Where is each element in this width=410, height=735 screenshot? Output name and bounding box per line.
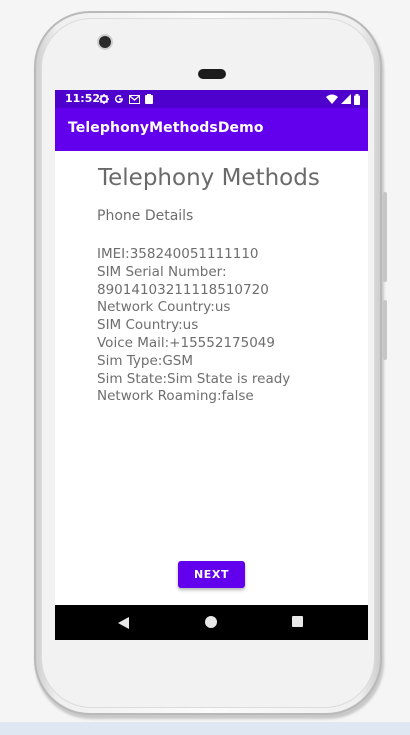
detail-line: Voice Mail:+15552175049	[97, 334, 275, 351]
next-button[interactable]: NEXT	[178, 561, 245, 588]
detail-line: Network Roaming:false	[97, 388, 254, 405]
phone-screen: 11:52 TelephonyMethodsDemo Telephony Met…	[55, 90, 368, 640]
signal-icon	[341, 94, 351, 104]
status-system-icons	[326, 90, 360, 108]
detail-line: Network Country:us	[97, 299, 231, 316]
power-button[interactable]	[383, 192, 387, 282]
volume-button[interactable]	[383, 300, 387, 360]
main-content: Telephony Methods Phone Details IMEI:358…	[55, 151, 368, 605]
status-time: 11:52	[65, 92, 101, 105]
app-title: TelephonyMethodsDemo	[68, 120, 264, 136]
gear-icon	[99, 94, 109, 104]
detail-line: IMEI:358240051111110	[97, 246, 259, 262]
recents-icon[interactable]	[292, 616, 303, 627]
detail-line: Sim Type:GSM	[97, 352, 193, 369]
status-bar: 11:52	[55, 90, 368, 108]
navigation-bar	[55, 605, 368, 640]
detail-line: SIM Country:us	[97, 317, 199, 334]
detail-line: Sim State:Sim State is ready	[97, 370, 291, 387]
phone-details-label: Phone Details	[97, 208, 194, 224]
detail-line: SIM Serial Number:	[97, 263, 227, 280]
battery-icon	[354, 93, 360, 105]
google-icon	[115, 95, 124, 104]
camera-icon	[99, 36, 111, 48]
detail-line: 89014103211118510720	[97, 281, 269, 298]
phone-details-text: IMEI:358240051111110 SIM Serial Number: …	[97, 246, 362, 406]
wifi-icon	[326, 94, 338, 104]
speaker-grille	[198, 69, 226, 79]
back-icon[interactable]	[118, 617, 129, 629]
app-bar: TelephonyMethodsDemo	[55, 108, 368, 151]
home-icon[interactable]	[205, 616, 217, 628]
page-title: Telephony Methods	[98, 165, 320, 191]
gmail-icon	[129, 94, 140, 104]
status-notification-icons	[99, 90, 153, 108]
desktop-bottom-strip	[0, 722, 410, 735]
clipboard-icon	[145, 94, 153, 104]
